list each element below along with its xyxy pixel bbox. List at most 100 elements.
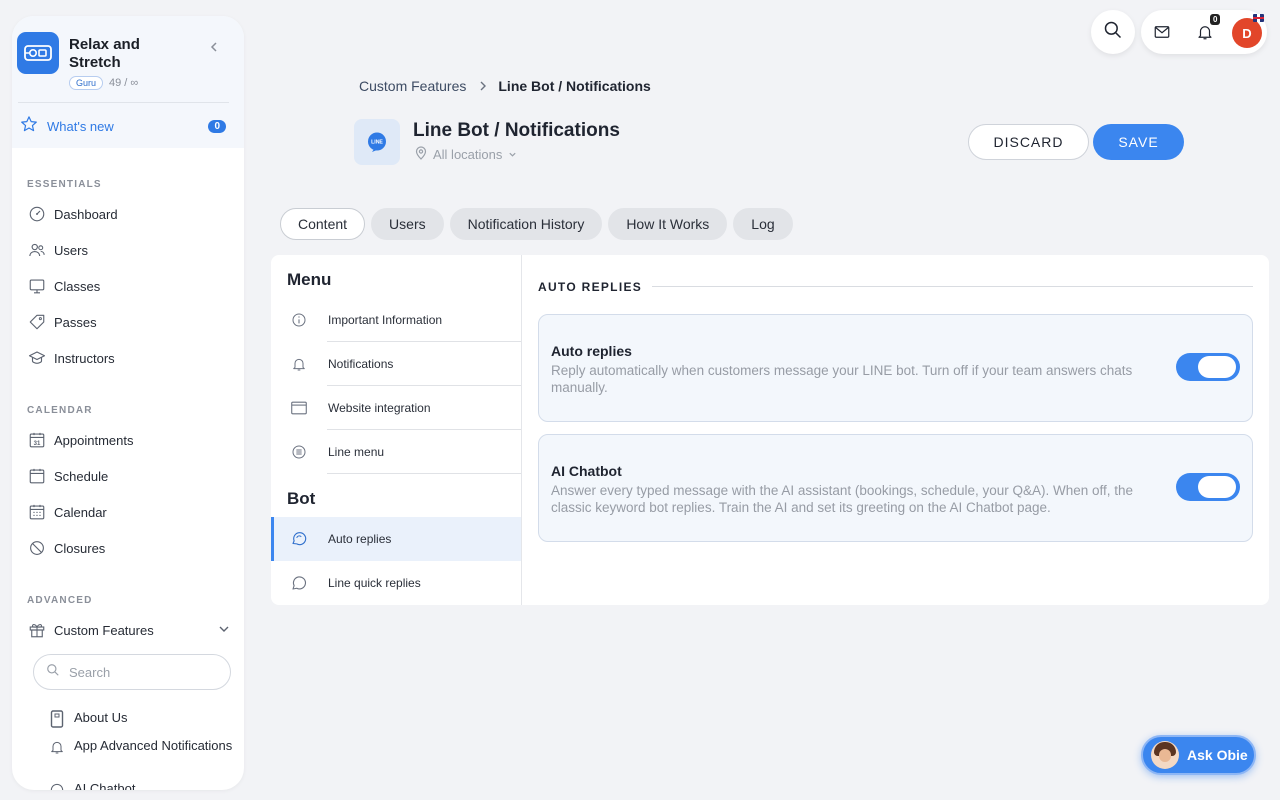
sidebar-item-custom-features[interactable]: Custom Features (27, 618, 234, 642)
ai-chatbot-toggle[interactable] (1176, 473, 1240, 501)
menu-item-line-menu[interactable]: Line menu (271, 430, 521, 474)
sidebar-item-instructors[interactable]: Instructors (27, 346, 234, 370)
location-selector[interactable]: All locations (415, 146, 517, 163)
tab-notification-history[interactable]: Notification History (449, 208, 603, 240)
users-icon (27, 240, 47, 260)
ask-obie-label: Ask Obie (1187, 747, 1248, 763)
phone-icon (48, 710, 66, 728)
sidebar-item-calendar[interactable]: Calendar (27, 500, 234, 524)
mail-icon[interactable] (1153, 23, 1171, 46)
sidebar-item-label: Custom Features (54, 622, 154, 638)
save-button[interactable]: SAVE (1093, 124, 1184, 160)
breadcrumb-parent[interactable]: Custom Features (359, 78, 466, 94)
settings-menu: Menu Important Information Notifications… (271, 255, 522, 605)
menu-item-notifications[interactable]: Notifications (271, 342, 521, 386)
avatar[interactable]: D (1232, 18, 1262, 48)
chevron-down-icon[interactable] (218, 623, 230, 638)
business-name[interactable]: Relax and Stretch (69, 36, 189, 72)
breadcrumb: Custom Features Line Bot / Notifications (359, 78, 651, 94)
menu-heading-bot: Bot (287, 489, 316, 508)
tab-users[interactable]: Users (371, 208, 444, 240)
auto-replies-toggle[interactable] (1176, 353, 1240, 381)
tab-how-it-works[interactable]: How It Works (608, 208, 728, 240)
setting-auto-replies: Auto replies Reply automatically when cu… (538, 314, 1253, 422)
map-pin-icon (415, 146, 427, 163)
bell-icon[interactable] (1196, 22, 1214, 47)
sidebar-search-input[interactable] (69, 664, 209, 680)
sidebar-subitem-app-advanced-notifications[interactable]: App Advanced Notifications (48, 738, 234, 756)
line-icon-text: LINE (371, 139, 383, 145)
sidebar-item-users[interactable]: Users (27, 238, 234, 262)
usage-count: 49 / ∞ (109, 77, 139, 89)
menu-item-label: Website integration (328, 401, 431, 415)
menu-heading: Menu (287, 270, 332, 289)
content-card: Menu Important Information Notifications… (271, 255, 1269, 605)
sidebar-search[interactable] (33, 654, 231, 690)
chevron-right-icon (478, 80, 488, 92)
whats-new-count: 0 (208, 119, 226, 133)
sidebar-item-classes[interactable]: Classes (27, 274, 234, 298)
line-app-icon: LINE (354, 119, 400, 165)
sidebar-item-passes[interactable]: Passes (27, 310, 234, 334)
menu-item-label: Notifications (328, 357, 394, 371)
section-calendar: CALENDAR (27, 405, 93, 416)
divider (652, 286, 1253, 287)
sidebar-item-label: Users (54, 242, 88, 258)
chat-icon (48, 781, 66, 790)
menu-item-website-integration[interactable]: Website integration (271, 386, 521, 430)
sidebar-item-label: Instructors (54, 350, 115, 366)
whats-new-label: What's new (47, 118, 114, 134)
discard-button[interactable]: DISCARD (968, 124, 1089, 160)
setting-title: AI Chatbot (551, 463, 622, 479)
sidebar-item-label: Calendar (54, 504, 107, 520)
tab-log[interactable]: Log (733, 208, 793, 240)
search-icon (46, 663, 60, 682)
calendar-day-number: 31 (34, 441, 41, 447)
sidebar-item-label: Appointments (54, 432, 134, 448)
chevron-down-icon (508, 147, 517, 162)
menu-item-label: Line quick replies (328, 576, 421, 590)
sidebar-subitem-ai-chatbot[interactable]: AI Chatbot (48, 781, 234, 790)
browser-window-icon (290, 399, 308, 417)
location-label: All locations (433, 147, 503, 162)
sidebar-subitem-label: App Advanced Notifications (74, 738, 233, 753)
assistant-avatar (1151, 741, 1179, 769)
menu-item-line-quick-replies[interactable]: Line quick replies (271, 561, 521, 605)
business-logo[interactable] (17, 32, 59, 74)
info-icon (290, 311, 308, 329)
calendar-icon (27, 466, 47, 486)
section-essentials: ESSENTIALS (27, 179, 102, 190)
language-flag-icon[interactable] (1253, 14, 1264, 22)
plan-badge: Guru (69, 76, 104, 90)
collapse-sidebar-icon[interactable] (207, 40, 221, 54)
menu-item-important-information[interactable]: Important Information (271, 298, 521, 342)
sidebar-item-closures[interactable]: Closures (27, 536, 234, 560)
chat-bubble-icon (290, 574, 308, 592)
bell-icon (48, 738, 66, 756)
tab-bar: Content Users Notification History How I… (280, 208, 793, 240)
sidebar-subitem-about-us[interactable]: About Us (48, 710, 234, 728)
settings-panel: AUTO REPLIES Auto replies Reply automati… (522, 255, 1269, 605)
tab-content[interactable]: Content (280, 208, 366, 240)
menu-item-auto-replies[interactable]: Auto replies (271, 517, 521, 561)
setting-description: Answer every typed message with the AI a… (551, 483, 1134, 515)
sidebar-item-schedule[interactable]: Schedule (27, 464, 234, 488)
section-title: AUTO REPLIES (538, 280, 643, 294)
page-title: Line Bot / Notifications (413, 120, 620, 141)
sidebar-item-dashboard[interactable]: Dashboard (27, 202, 234, 226)
business-header: Relax and Stretch Guru 49 / ∞ What's new… (12, 16, 244, 148)
sidebar-item-label: Classes (54, 278, 101, 294)
star-icon (20, 115, 38, 138)
setting-ai-chatbot: AI Chatbot Answer every typed message wi… (538, 434, 1253, 542)
setting-title: Auto replies (551, 343, 632, 359)
graduation-cap-icon (27, 348, 47, 368)
sidebar-subitem-label: About Us (74, 710, 128, 725)
calendar-grid-icon (27, 502, 47, 522)
sidebar-item-appointments[interactable]: 31 Appointments (27, 428, 234, 452)
global-search-button[interactable] (1091, 10, 1135, 54)
ask-obie-button[interactable]: Ask Obie (1141, 735, 1256, 775)
search-icon (1103, 20, 1123, 45)
ban-icon (27, 538, 47, 558)
gift-icon (27, 620, 47, 640)
whats-new-link[interactable]: What's new 0 (20, 115, 226, 138)
